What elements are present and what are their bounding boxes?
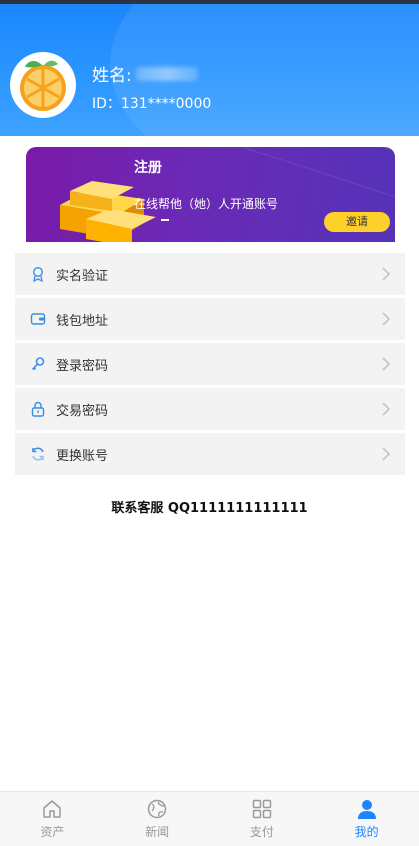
wallet-icon [30,313,46,325]
menu-item-verify[interactable]: 实名验证 [15,253,405,295]
tab-label: 新闻 [145,825,170,839]
chevron-right-icon [382,267,391,281]
verify-icon [32,266,44,282]
menu-item-switch-account[interactable]: 更换账号 [15,433,405,475]
menu-item-login-password[interactable]: 登录密码 [15,343,405,385]
name-label: 姓名: [92,66,132,86]
orange-slice-icon [20,60,66,111]
chevron-right-icon [382,357,391,371]
globe-icon [147,799,167,819]
menu-item-label: 登录密码 [56,358,109,374]
home-icon [43,800,62,818]
bottom-tab-bar: 资产 新闻 支付 我的 [0,791,419,846]
invite-button[interactable]: 邀请 [324,212,390,232]
lock-icon [31,401,45,417]
menu-item-label: 更换账号 [56,448,109,464]
tab-mine[interactable]: 我的 [314,792,419,846]
user-icon [357,800,376,819]
chevron-right-icon [382,402,391,416]
menu-item-label: 实名验证 [56,268,109,284]
tab-label: 支付 [249,825,274,839]
customer-service-contact: 联系客服 QQ1111111111111 [111,501,308,516]
banner-title: 注册 [134,160,162,176]
tab-assets[interactable]: 资产 [0,792,105,846]
grid-icon [252,799,272,819]
name-redacted [135,66,198,81]
menu-item-trade-password[interactable]: 交易密码 [15,388,405,430]
register-banner[interactable]: 注册 在线帮他（她）人开通账号 邀请 [26,147,395,242]
menu-item-label: 钱包地址 [56,313,109,329]
menu-item-label: 交易密码 [56,403,109,419]
refresh-icon [32,447,44,461]
avatar[interactable] [10,52,76,118]
tab-label: 我的 [354,825,379,839]
tab-pay[interactable]: 支付 [210,792,315,846]
settings-menu: 实名验证 钱包地址 登录密码 交易密码 更换账号 [15,253,405,478]
chevron-right-icon [382,312,391,326]
tab-label: 资产 [40,825,65,839]
menu-item-wallet[interactable]: 钱包地址 [15,298,405,340]
key-icon [31,357,45,371]
user-name: 姓名: [92,61,198,86]
user-id: ID：131****0000 [92,96,212,112]
profile-header: 姓名: ID：131****0000 [0,4,419,136]
tab-news[interactable]: 新闻 [105,792,210,846]
banner-description: 在线帮他（她）人开通账号 [134,197,279,211]
chevron-right-icon [382,447,391,461]
